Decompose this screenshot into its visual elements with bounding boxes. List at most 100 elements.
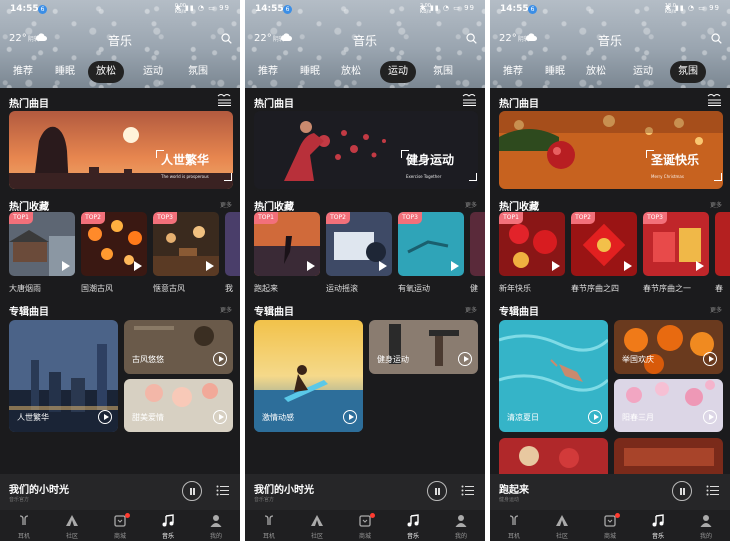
pause-button[interactable] xyxy=(182,481,202,501)
tab-recommend[interactable]: 推荐 xyxy=(495,61,531,83)
pause-button[interactable] xyxy=(427,481,447,501)
nav-store[interactable]: 商城 xyxy=(100,510,140,541)
category-tabs: 推荐 睡眠 放松 运动 氛围 xyxy=(490,61,730,83)
favorite-card[interactable] xyxy=(470,212,485,276)
play-icon[interactable] xyxy=(98,410,112,424)
album-card[interactable]: 激情动感 xyxy=(254,320,363,432)
album-card[interactable]: 人世繁华 xyxy=(9,320,118,432)
play-icon[interactable] xyxy=(134,261,142,271)
nav-music[interactable]: 音乐 xyxy=(148,510,188,541)
album-card[interactable] xyxy=(614,438,723,474)
nav-earbuds[interactable]: 耳机 xyxy=(4,510,44,541)
nav-earbuds[interactable]: 耳机 xyxy=(494,510,534,541)
play-icon[interactable] xyxy=(213,352,227,366)
tab-recommend[interactable]: 推荐 xyxy=(250,61,286,83)
play-icon[interactable] xyxy=(696,261,704,271)
more-link[interactable]: 更多 xyxy=(710,305,722,314)
nav-community[interactable]: 社区 xyxy=(297,510,337,541)
tab-relax[interactable]: 放松 xyxy=(578,61,614,83)
play-icon[interactable] xyxy=(213,410,227,424)
nav-store[interactable]: 商城 xyxy=(590,510,630,541)
play-icon[interactable] xyxy=(458,352,472,366)
search-icon[interactable] xyxy=(466,33,477,44)
nav-store[interactable]: 商城 xyxy=(345,510,385,541)
tab-sleep[interactable]: 睡眠 xyxy=(292,61,328,83)
now-playing-bar[interactable]: 我们的小时光 音乐官方 xyxy=(245,474,485,510)
play-icon[interactable] xyxy=(588,410,602,424)
album-label: 清凉夏日 xyxy=(507,413,539,422)
now-playing-bar[interactable]: 跑起来 健身运动 xyxy=(490,474,730,510)
queue-icon[interactable] xyxy=(216,485,229,496)
nav-profile[interactable]: 我的 xyxy=(196,510,236,541)
favorite-card[interactable] xyxy=(225,212,240,276)
nav-music[interactable]: 音乐 xyxy=(393,510,433,541)
queue-icon[interactable] xyxy=(461,485,474,496)
play-icon[interactable] xyxy=(343,410,357,424)
album-card[interactable]: 举国欢庆 xyxy=(614,320,723,374)
banner-city-sunset[interactable]: 人世繁华 The world is prosperous xyxy=(9,111,233,189)
album-card[interactable] xyxy=(499,438,608,474)
album-card[interactable]: 甜美爱情 xyxy=(124,379,233,432)
album-card[interactable]: 健身运动 xyxy=(369,320,478,374)
album-card[interactable]: 清凉夏日 xyxy=(499,320,608,432)
favorite-card[interactable]: TOP3 xyxy=(398,212,464,276)
play-icon[interactable] xyxy=(379,261,387,271)
favorite-card[interactable]: TOP2 xyxy=(571,212,637,276)
tab-sport[interactable]: 运动 xyxy=(625,61,661,83)
category-tabs: 推荐 睡眠 放松 运动 氛围 xyxy=(0,61,240,83)
favorite-card[interactable]: TOP3 xyxy=(643,212,709,276)
queue-icon[interactable] xyxy=(706,485,719,496)
favorite-card[interactable]: TOP1 xyxy=(499,212,565,276)
play-icon[interactable] xyxy=(451,261,459,271)
playlist-icon[interactable] xyxy=(462,94,477,106)
more-link[interactable]: 更多 xyxy=(465,200,477,209)
search-icon[interactable] xyxy=(221,33,232,44)
tab-recommend[interactable]: 推荐 xyxy=(5,61,41,83)
playlist-icon[interactable] xyxy=(217,94,232,106)
favorite-card[interactable]: TOP1 xyxy=(9,212,75,276)
search-icon[interactable] xyxy=(711,33,722,44)
play-icon[interactable] xyxy=(307,261,315,271)
play-icon[interactable] xyxy=(703,410,717,424)
pause-button[interactable] xyxy=(672,481,692,501)
nav-earbuds[interactable]: 耳机 xyxy=(249,510,289,541)
nav-profile[interactable]: 我的 xyxy=(441,510,481,541)
notification-dot xyxy=(370,513,375,518)
album-label: 古风悠悠 xyxy=(132,355,164,364)
favorite-card[interactable]: TOP3 xyxy=(153,212,219,276)
play-icon[interactable] xyxy=(552,261,560,271)
banner-christmas[interactable]: 圣诞快乐 Merry Christmas xyxy=(499,111,723,189)
favorite-card[interactable]: TOP2 xyxy=(326,212,392,276)
more-link[interactable]: 更多 xyxy=(710,200,722,209)
nav-community[interactable]: 社区 xyxy=(542,510,582,541)
favorite-card[interactable]: TOP1 xyxy=(254,212,320,276)
favorite-card[interactable] xyxy=(715,212,730,276)
card-image xyxy=(715,212,730,276)
now-playing-bar[interactable]: 我们的小时光 音乐官方 xyxy=(0,474,240,510)
nav-profile[interactable]: 我的 xyxy=(686,510,726,541)
play-icon[interactable] xyxy=(206,261,214,271)
tab-relax[interactable]: 放松 xyxy=(88,61,124,83)
favorite-card[interactable]: TOP2 xyxy=(81,212,147,276)
tab-ambience[interactable]: 氛围 xyxy=(180,61,216,83)
tab-relax[interactable]: 放松 xyxy=(333,61,369,83)
album-card[interactable]: 阳春三月 xyxy=(614,379,723,432)
nav-community[interactable]: 社区 xyxy=(52,510,92,541)
album-label: 激情动感 xyxy=(262,413,294,422)
more-link[interactable]: 更多 xyxy=(465,305,477,314)
tab-ambience[interactable]: 氛围 xyxy=(670,61,706,83)
more-link[interactable]: 更多 xyxy=(220,200,232,209)
tab-sleep[interactable]: 睡眠 xyxy=(47,61,83,83)
nav-music[interactable]: 音乐 xyxy=(638,510,678,541)
tab-sport[interactable]: 运动 xyxy=(135,61,171,83)
album-card[interactable]: 古风悠悠 xyxy=(124,320,233,374)
play-icon[interactable] xyxy=(624,261,632,271)
play-icon[interactable] xyxy=(62,261,70,271)
more-link[interactable]: 更多 xyxy=(220,305,232,314)
banner-fitness[interactable]: 健身运动 Exercise Together xyxy=(254,111,478,189)
tab-sleep[interactable]: 睡眠 xyxy=(537,61,573,83)
tab-sport[interactable]: 运动 xyxy=(380,61,416,83)
play-icon[interactable] xyxy=(703,352,717,366)
playlist-icon[interactable] xyxy=(707,94,722,106)
tab-ambience[interactable]: 氛围 xyxy=(425,61,461,83)
